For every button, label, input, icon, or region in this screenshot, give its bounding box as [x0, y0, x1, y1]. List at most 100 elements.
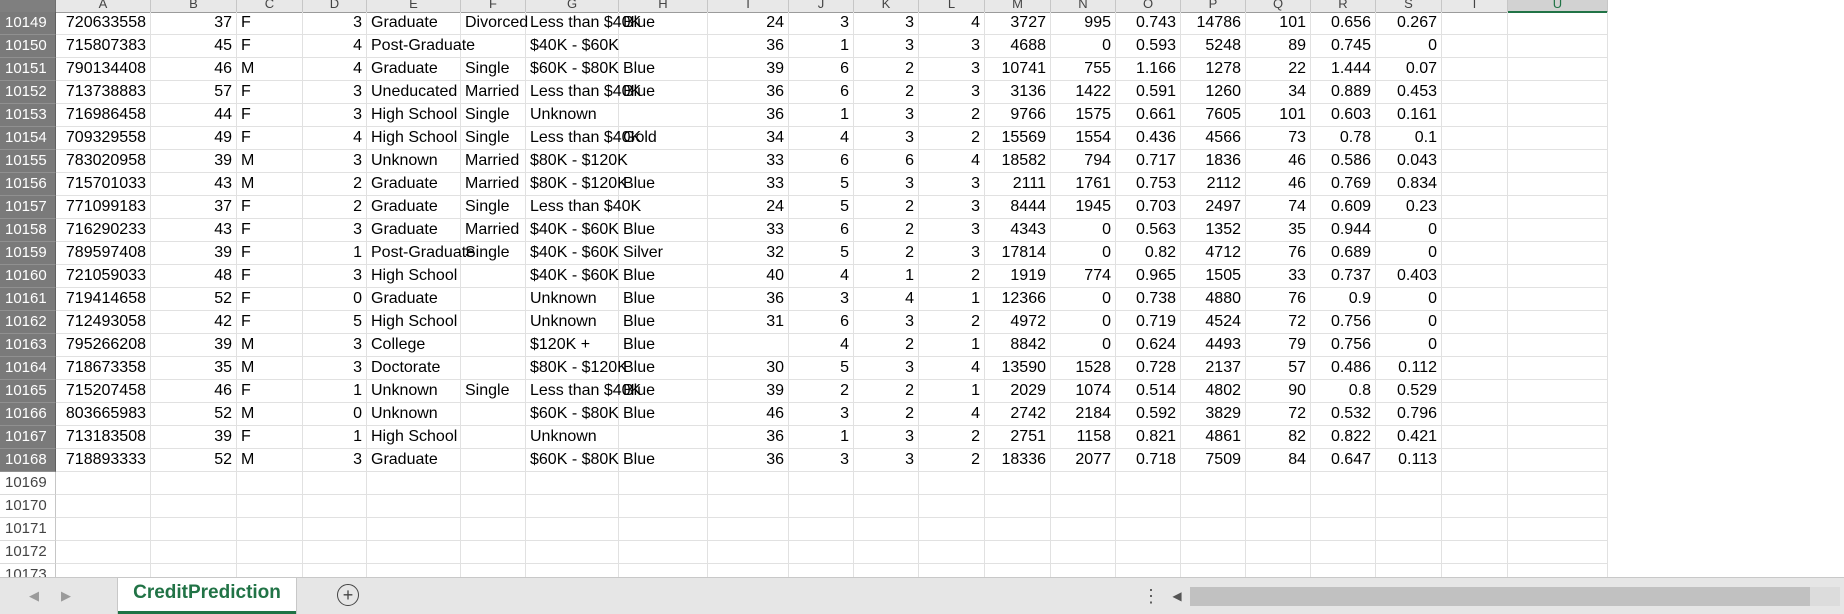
cell-n[interactable]: 2077	[1051, 449, 1116, 472]
cell-r[interactable]: 1.444	[1311, 58, 1376, 81]
cell-k[interactable]: 2	[854, 196, 919, 219]
cell-u[interactable]	[1508, 518, 1608, 541]
cell-g[interactable]: $120K +	[526, 334, 619, 357]
cell-r[interactable]	[1311, 564, 1376, 577]
cell-h[interactable]: Blue	[619, 449, 708, 472]
cell-j[interactable]: 3	[789, 449, 854, 472]
cell-m[interactable]: 3136	[985, 81, 1051, 104]
cell-l[interactable]: 1	[919, 334, 985, 357]
cell-j[interactable]: 1	[789, 35, 854, 58]
cell-p[interactable]	[1181, 518, 1246, 541]
cell-g[interactable]: $40K - $60K	[526, 242, 619, 265]
cell-c[interactable]: M	[237, 334, 303, 357]
cell-t[interactable]	[1442, 35, 1508, 58]
cell-q[interactable]: 76	[1246, 288, 1311, 311]
cell-k[interactable]	[854, 495, 919, 518]
cell-e[interactable]: Doctorate	[367, 357, 461, 380]
cell-l[interactable]	[919, 518, 985, 541]
cell-m[interactable]: 13590	[985, 357, 1051, 380]
cell-n[interactable]: 1945	[1051, 196, 1116, 219]
cell-o[interactable]	[1116, 541, 1181, 564]
cell-b[interactable]	[151, 541, 237, 564]
cell-a[interactable]: 721059033	[56, 265, 151, 288]
cell-d[interactable]: 4	[303, 127, 367, 150]
cell-d[interactable]: 1	[303, 242, 367, 265]
cell-h[interactable]	[619, 564, 708, 577]
cell-g[interactable]: Unknown	[526, 426, 619, 449]
cell-r[interactable]: 0.689	[1311, 242, 1376, 265]
horizontal-scrollbar-thumb[interactable]	[1190, 587, 1810, 606]
cell-s[interactable]	[1376, 541, 1442, 564]
cell-s[interactable]: 0	[1376, 288, 1442, 311]
cell-f[interactable]: Single	[461, 196, 526, 219]
cell-o[interactable]	[1116, 472, 1181, 495]
cell-m[interactable]: 2742	[985, 403, 1051, 426]
cell-a[interactable]: 718893333	[56, 449, 151, 472]
cell-l[interactable]: 3	[919, 81, 985, 104]
cell-g[interactable]	[526, 541, 619, 564]
cell-j[interactable]: 6	[789, 150, 854, 173]
cell-e[interactable]: Graduate	[367, 196, 461, 219]
row-header[interactable]: 10152	[0, 81, 56, 104]
cell-h[interactable]	[619, 495, 708, 518]
cell-f[interactable]	[461, 311, 526, 334]
row-header[interactable]: 10166	[0, 403, 56, 426]
cell-r[interactable]: 0.603	[1311, 104, 1376, 127]
cell-p[interactable]: 1260	[1181, 81, 1246, 104]
row-header[interactable]: 10173	[0, 564, 56, 577]
cell-b[interactable]: 39	[151, 334, 237, 357]
cell-n[interactable]: 995	[1051, 12, 1116, 35]
cell-i[interactable]: 36	[708, 104, 789, 127]
cell-p[interactable]: 14786	[1181, 12, 1246, 35]
row-header[interactable]: 10169	[0, 472, 56, 495]
cell-s[interactable]: 0.403	[1376, 265, 1442, 288]
cell-l[interactable]: 3	[919, 219, 985, 242]
cell-g[interactable]: $60K - $80K	[526, 449, 619, 472]
cell-h[interactable]: Blue	[619, 58, 708, 81]
cell-g[interactable]: Less than $40K	[526, 12, 641, 35]
cell-m[interactable]: 18336	[985, 449, 1051, 472]
cell-t[interactable]	[1442, 81, 1508, 104]
cell-b[interactable]: 39	[151, 426, 237, 449]
cell-q[interactable]: 89	[1246, 35, 1311, 58]
cell-e[interactable]	[367, 495, 461, 518]
row-header[interactable]: 10172	[0, 541, 56, 564]
cell-c[interactable]: F	[237, 196, 303, 219]
tab-split-handle[interactable]: ⋮	[1142, 584, 1160, 608]
cell-s[interactable]: 0.07	[1376, 58, 1442, 81]
cell-l[interactable]: 4	[919, 357, 985, 380]
cell-p[interactable]: 2137	[1181, 357, 1246, 380]
cell-r[interactable]: 0.8	[1311, 380, 1376, 403]
cell-g[interactable]: $40K - $60K	[526, 265, 619, 288]
cell-p[interactable]: 4712	[1181, 242, 1246, 265]
cell-n[interactable]	[1051, 495, 1116, 518]
cell-f[interactable]: Married	[461, 150, 526, 173]
cell-a[interactable]: 712493058	[56, 311, 151, 334]
cell-r[interactable]: 0.78	[1311, 127, 1376, 150]
cell-s[interactable]: 0.421	[1376, 426, 1442, 449]
cell-j[interactable]: 5	[789, 357, 854, 380]
cell-p[interactable]: 7509	[1181, 449, 1246, 472]
cell-b[interactable]: 52	[151, 449, 237, 472]
tab-nav-prev-icon[interactable]: ◀	[24, 586, 44, 606]
cell-p[interactable]: 4524	[1181, 311, 1246, 334]
cell-n[interactable]	[1051, 472, 1116, 495]
cell-d[interactable]: 3	[303, 219, 367, 242]
cell-f[interactable]	[461, 265, 526, 288]
cell-c[interactable]	[237, 541, 303, 564]
cell-h[interactable]: Silver	[619, 242, 708, 265]
cell-e[interactable]: Post-Graduate	[367, 35, 475, 58]
cell-i[interactable]	[708, 541, 789, 564]
cell-n[interactable]: 774	[1051, 265, 1116, 288]
cell-s[interactable]: 0.1	[1376, 127, 1442, 150]
cell-u[interactable]	[1508, 449, 1608, 472]
row-header[interactable]: 10168	[0, 449, 56, 472]
cell-j[interactable]: 3	[789, 403, 854, 426]
cell-t[interactable]	[1442, 150, 1508, 173]
cell-s[interactable]	[1376, 564, 1442, 577]
cell-r[interactable]: 0.486	[1311, 357, 1376, 380]
cell-s[interactable]: 0.834	[1376, 173, 1442, 196]
cell-n[interactable]: 0	[1051, 35, 1116, 58]
cell-l[interactable]	[919, 495, 985, 518]
cell-a[interactable]	[56, 541, 151, 564]
